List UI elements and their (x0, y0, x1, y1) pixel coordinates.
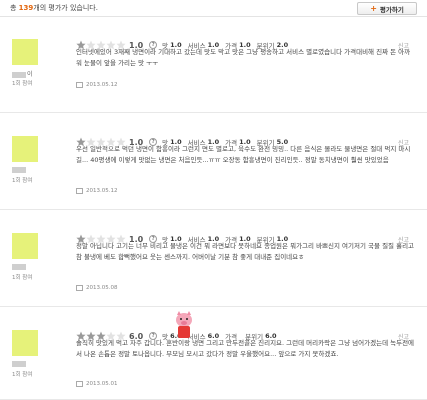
blurred-name (12, 71, 26, 78)
review-text: 인터넷에있어 3재째 냉면이라 기대하고 갔는데 맛도 막고 맛은 그냥 평송하… (76, 48, 411, 67)
write-review-label: 평가하기 (379, 5, 404, 14)
review-item: 1회 참여 1.0? 맛 1.0 서비스 1.0 가격 1.0 분위기 5.0 신고 우선 일반적으로… (0, 114, 427, 210)
reviewer-participation: 1회 참여 (12, 275, 33, 281)
review-item: 1회 참여 1.0? 맛 1.0 서비스 1.0 가격 1.0 분위기 1.0 신고 정말 아닙니다 … (0, 211, 427, 307)
review-date: 2013.05.12 (76, 188, 118, 194)
avatar[interactable] (12, 136, 38, 162)
review-text: 솔직히 맛있게 먹고 자주 갑니다. 혼반이랑 냉면 그리고 만두전골은 진리지… (76, 339, 415, 358)
calendar-icon (76, 285, 83, 291)
review-text: 우선 일반적으로 먹던 냉면이 함흥이라 그런지 면도 별로고, 육수도 완전 … (76, 145, 411, 164)
calendar-icon (76, 381, 83, 387)
calendar-icon (76, 82, 83, 88)
review-text: 정말 아닙니다 고기는 너무 비리고 물냉은 이건 뭐 라면보다 못하네요 종업… (76, 242, 415, 261)
reviewer-participation: 1회 참여 (12, 372, 33, 378)
blurred-name (12, 360, 26, 367)
plus-icon: + (370, 3, 377, 13)
write-review-button[interactable]: + 평가하기 (357, 2, 417, 15)
reviewer-name[interactable]: 이 (12, 69, 33, 78)
blurred-name (12, 263, 26, 270)
count-suffix: 개의 평가가 있습니다. (33, 4, 98, 12)
review-date: 2013.05.08 (76, 285, 118, 291)
avatar[interactable] (12, 233, 38, 259)
reviewer-participation: 1회 참여 (12, 81, 33, 87)
review-count-text: 총 139개의 평가가 있습니다. (10, 3, 98, 13)
review-item: 이 1회 참여 1.0? 맛 1.0 서비스 1.0 가격 1.0 분위기 2.0 신고 인터넷에있어 … (0, 17, 427, 113)
avatar[interactable] (12, 39, 38, 65)
count-prefix: 총 (10, 4, 19, 12)
reviewer-name[interactable] (12, 360, 27, 367)
calendar-icon (76, 188, 83, 194)
reviewer-name[interactable] (12, 263, 27, 270)
pig-mascot-icon (176, 311, 192, 338)
reviewer-participation: 1회 참여 (12, 178, 33, 184)
review-date: 2013.05.12 (76, 82, 118, 88)
blurred-name (12, 166, 26, 173)
reviewer-name[interactable] (12, 166, 27, 173)
avatar[interactable] (12, 330, 38, 356)
review-date: 2013.05.01 (76, 381, 118, 387)
reviews-header: 총 139개의 평가가 있습니다. + 평가하기 (0, 0, 427, 17)
review-item: 1회 참여 6.0? 맛 6.0 서비스 6.0 가격 분위기 6.0 신고 솔직히 맛있게 먹고 … (0, 308, 427, 400)
review-count: 139 (18, 4, 34, 12)
